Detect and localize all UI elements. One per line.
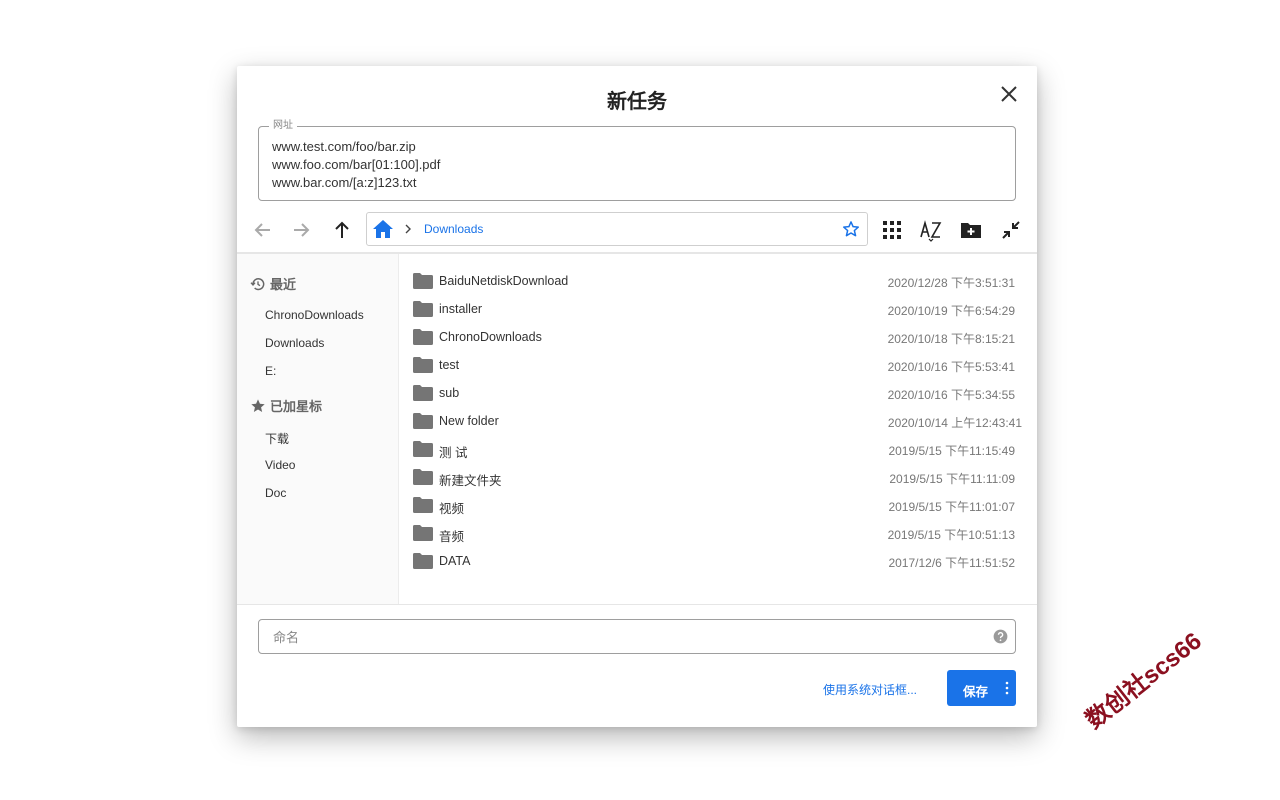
- name-input[interactable]: [271, 626, 975, 648]
- file-date: 2020/10/18 下午8:15:21: [887, 332, 1015, 346]
- arrow-left-icon: [254, 223, 270, 237]
- file-date: 2020/12/28 下午3:51:31: [887, 276, 1015, 290]
- file-name: 新建文件夹: [439, 474, 502, 488]
- star-icon: [251, 398, 265, 412]
- file-row[interactable]: installer 2020/10/19 下午6:54:29: [398, 292, 1037, 320]
- folder-icon: [413, 441, 433, 457]
- dialog-title: 新任务: [607, 91, 667, 113]
- arrow-right-icon: [294, 223, 310, 237]
- home-button[interactable]: [372, 218, 394, 240]
- file-row[interactable]: 测 试 2019/5/15 下午11:15:49: [398, 432, 1037, 460]
- file-row[interactable]: 新建文件夹 2019/5/15 下午11:11:09: [398, 460, 1037, 488]
- folder-icon: [413, 273, 433, 289]
- name-field: [258, 619, 1016, 654]
- file-date: 2020/10/19 下午6:54:29: [887, 304, 1015, 318]
- file-name: sub: [439, 386, 460, 400]
- folder-icon: [413, 357, 433, 373]
- up-button[interactable]: [329, 217, 355, 243]
- collapse-icon: [1002, 221, 1020, 239]
- file-name: ChronoDownloads: [439, 330, 542, 344]
- use-system-dialog-link[interactable]: 使用系统对话框...: [823, 681, 917, 698]
- file-name: 音频: [439, 530, 465, 544]
- close-icon: [1001, 86, 1017, 102]
- sidebar: 最近 ChronoDownloads Downloads E: 已加星标 下载 …: [237, 254, 399, 604]
- starred-heading: 已加星标: [250, 396, 322, 415]
- sidebar-item-xiazai[interactable]: 下载: [265, 430, 289, 447]
- sidebar-item-downloads[interactable]: Downloads: [265, 336, 324, 350]
- close-button[interactable]: [997, 82, 1021, 106]
- sidebar-item-doc[interactable]: Doc: [265, 486, 286, 500]
- more-vertical-icon: [1005, 681, 1009, 695]
- breadcrumb-downloads[interactable]: Downloads: [424, 222, 483, 236]
- sort-az-icon: [920, 220, 942, 242]
- file-row[interactable]: sub 2020/10/16 下午5:34:55: [398, 376, 1037, 404]
- file-name: BaiduNetdiskDownload: [439, 274, 569, 288]
- file-date: 2020/10/14 上午12:43:41: [887, 416, 1022, 430]
- star-outline-icon: [842, 221, 860, 237]
- file-date: 2019/5/15 下午11:15:49: [888, 444, 1015, 458]
- file-date: 2019/5/15 下午11:01:07: [888, 500, 1015, 514]
- help-circle-icon: [993, 629, 1008, 644]
- forward-button[interactable]: [288, 217, 314, 243]
- file-date: 2017/12/6 下午11:51:52: [888, 556, 1015, 570]
- save-button-label: 保存: [963, 685, 989, 699]
- file-name: DATA: [439, 554, 471, 568]
- file-date: 2019/5/15 下午11:11:09: [889, 472, 1015, 486]
- recent-heading: 最近: [250, 274, 296, 293]
- file-row[interactable]: DATA 2017/12/6 下午11:51:52: [398, 544, 1037, 572]
- help-button[interactable]: [993, 629, 1008, 644]
- file-name: 测 试: [439, 446, 468, 460]
- file-name: New folder: [439, 414, 499, 428]
- file-row[interactable]: ChronoDownloads 2020/10/18 下午8:15:21: [398, 320, 1037, 348]
- folder-icon: [413, 413, 433, 429]
- file-name: test: [439, 358, 460, 372]
- sort-button[interactable]: [919, 218, 943, 242]
- sidebar-item-video[interactable]: Video: [265, 458, 295, 472]
- bookmark-button[interactable]: [842, 220, 860, 238]
- folder-icon: [413, 385, 433, 401]
- home-icon: [373, 220, 393, 238]
- back-button[interactable]: [250, 217, 276, 243]
- file-date: 2020/10/16 下午5:34:55: [887, 388, 1015, 402]
- grid-view-icon: [883, 221, 901, 239]
- footer-divider: [237, 604, 1037, 605]
- starred-heading-label: 已加星标: [270, 399, 323, 414]
- file-date: 2020/10/16 下午5:53:41: [887, 360, 1015, 374]
- folder-icon: [413, 301, 433, 317]
- folder-icon: [413, 497, 433, 513]
- folder-icon: [413, 553, 433, 569]
- sidebar-item-chronodownloads[interactable]: ChronoDownloads: [265, 308, 364, 322]
- folder-icon: [413, 469, 433, 485]
- folder-icon: [413, 329, 433, 345]
- history-icon: [250, 277, 265, 290]
- url-textarea[interactable]: www.test.com/foo/bar.zip www.foo.com/bar…: [272, 138, 440, 192]
- folder-icon: [413, 525, 433, 541]
- file-row[interactable]: 音频 2019/5/15 下午10:51:13: [398, 516, 1037, 544]
- file-row[interactable]: test 2020/10/16 下午5:53:41: [398, 348, 1037, 376]
- new-folder-button[interactable]: [959, 218, 983, 242]
- arrow-up-icon: [335, 221, 349, 238]
- chevron-right-icon: [405, 224, 411, 234]
- file-list: BaiduNetdiskDownload 2020/12/28 下午3:51:31…: [398, 254, 1037, 604]
- grid-view-button[interactable]: [880, 218, 904, 242]
- file-date: 2019/5/15 下午10:51:13: [887, 528, 1015, 542]
- path-bar: Downloads: [366, 212, 868, 246]
- new-task-dialog: 新任务 网址 www.test.com/foo/bar.zip www.foo.…: [237, 66, 1037, 727]
- file-row[interactable]: 视频 2019/5/15 下午11:01:07: [398, 488, 1037, 516]
- save-button[interactable]: 保存: [947, 670, 1016, 706]
- new-folder-icon: [961, 223, 981, 238]
- file-row[interactable]: New folder 2020/10/14 上午12:43:41: [398, 404, 1037, 432]
- watermark: 数创社scs66: [1080, 627, 1207, 735]
- save-options-button[interactable]: [1004, 681, 1010, 695]
- recent-heading-label: 最近: [270, 277, 297, 292]
- file-row[interactable]: BaiduNetdiskDownload 2020/12/28 下午3:51:31: [398, 264, 1037, 292]
- sidebar-item-drive-e[interactable]: E:: [265, 364, 276, 378]
- file-name: 视频: [439, 502, 465, 516]
- file-name: installer: [439, 302, 483, 316]
- url-field[interactable]: 网址 www.test.com/foo/bar.zip www.foo.com/…: [258, 120, 1016, 201]
- url-field-legend: 网址: [269, 120, 297, 132]
- collapse-button[interactable]: [999, 218, 1023, 242]
